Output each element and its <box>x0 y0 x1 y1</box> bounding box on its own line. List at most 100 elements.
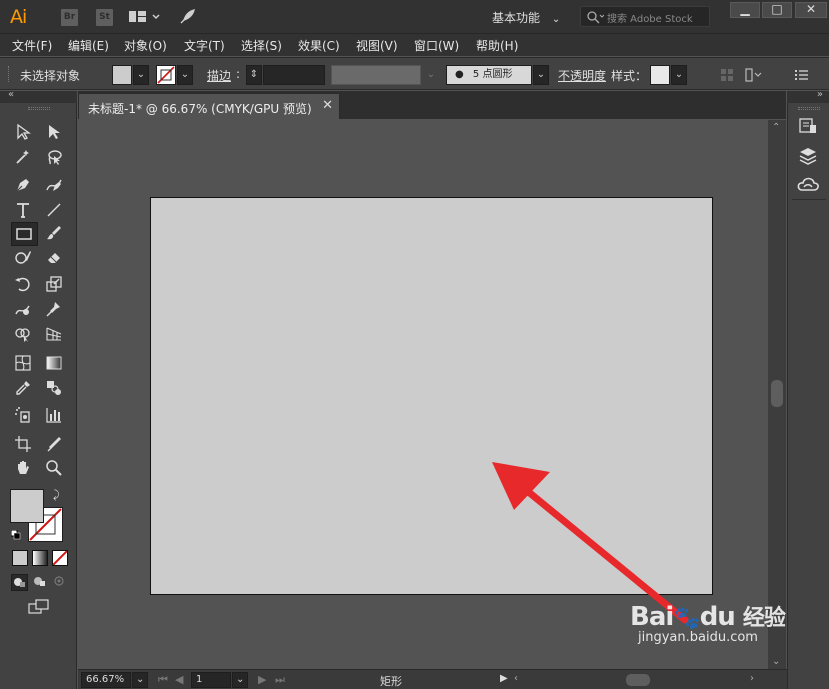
hand-icon[interactable] <box>14 459 36 479</box>
draw-inside-icon[interactable] <box>52 574 67 592</box>
paintbrush-icon[interactable] <box>45 224 67 244</box>
warp-icon[interactable] <box>14 300 36 320</box>
fill-swatch[interactable] <box>112 65 132 85</box>
swap-colors-icon[interactable]: ⤸ <box>53 488 60 502</box>
grip-handle[interactable] <box>28 107 50 110</box>
layers-icon[interactable] <box>798 147 818 168</box>
variable-width-profile[interactable] <box>331 65 421 85</box>
scroll-down-icon[interactable]: ⌄ <box>772 656 780 667</box>
menu-file[interactable]: 文件(F) <box>12 37 52 54</box>
rocket-icon[interactable] <box>178 8 196 29</box>
style-dropdown[interactable]: ⌄ <box>671 65 687 85</box>
maximize-button[interactable]: □ <box>762 2 792 18</box>
rotate-icon[interactable] <box>14 275 36 295</box>
zoom-dropdown[interactable]: ⌄ <box>132 672 148 688</box>
eraser-icon[interactable] <box>45 248 67 268</box>
scroll-left-icon[interactable]: ‹ <box>514 673 518 684</box>
close-tab-icon[interactable]: ✕ <box>322 98 333 113</box>
stroke-label[interactable]: 描边 <box>207 67 231 84</box>
align-icon[interactable] <box>720 68 734 85</box>
line-icon[interactable] <box>45 201 67 221</box>
menu-view[interactable]: 视图(V) <box>356 37 398 54</box>
horizontal-scroll-thumb[interactable] <box>626 674 650 686</box>
menu-help[interactable]: 帮助(H) <box>476 37 518 54</box>
menu-type[interactable]: 文字(T) <box>184 37 225 54</box>
rectangle-tool-button[interactable] <box>11 222 38 246</box>
slice-icon[interactable] <box>45 435 67 455</box>
artboard-dropdown[interactable]: ⌄ <box>232 672 248 688</box>
status-menu-icon[interactable]: ▶ <box>500 673 508 684</box>
draw-normal-icon[interactable] <box>11 574 28 591</box>
stroke-dropdown[interactable]: ⌄ <box>177 65 193 85</box>
fill-color-box[interactable] <box>10 489 44 523</box>
blend-icon[interactable] <box>45 379 67 399</box>
zoom-level-field[interactable]: 66.67% <box>81 672 131 688</box>
search-stock-input[interactable]: 搜索 Adobe Stock <box>580 6 710 27</box>
arrange-icon[interactable] <box>129 10 161 27</box>
scale-icon[interactable] <box>45 275 67 295</box>
stroke-swatch[interactable] <box>156 65 176 85</box>
shaper-icon[interactable] <box>14 248 36 268</box>
search-icon <box>587 11 604 24</box>
bridge-icon[interactable]: Br <box>61 9 78 26</box>
next-artboard-icon[interactable]: ▶ <box>258 673 266 686</box>
symbol-sprayer-icon[interactable] <box>14 406 36 426</box>
gradient-mode-icon[interactable] <box>32 550 48 566</box>
screen-mode-icon[interactable] <box>28 599 50 618</box>
grip-handle[interactable] <box>8 66 11 82</box>
opacity-label[interactable]: 不透明度 <box>558 67 606 84</box>
panel-menu-icon[interactable] <box>795 68 809 85</box>
style-swatch[interactable] <box>650 65 670 85</box>
menu-select[interactable]: 选择(S) <box>241 37 282 54</box>
none-mode-icon[interactable] <box>52 550 68 566</box>
zoom-icon[interactable] <box>45 459 67 479</box>
fill-dropdown[interactable]: ⌄ <box>133 65 149 85</box>
brush-definition[interactable]: ● 5 点圆形 <box>446 65 532 85</box>
puppet-warp-icon[interactable] <box>45 300 67 320</box>
artboard-number-field[interactable]: 1 <box>191 672 231 688</box>
scroll-up-icon[interactable]: ⌃ <box>772 122 780 133</box>
brush-dropdown[interactable]: ⌄ <box>533 65 549 85</box>
selection-tool-icon[interactable] <box>14 123 36 143</box>
transform-icon[interactable] <box>745 67 767 86</box>
properties-icon[interactable] <box>798 117 818 138</box>
curvature-icon[interactable] <box>45 176 67 196</box>
previous-artboard-icon[interactable]: ◀ <box>175 673 183 686</box>
gradient-icon[interactable] <box>45 354 67 374</box>
workspace-switcher[interactable]: 基本功能 ⌄ <box>492 9 560 26</box>
stroke-weight-field[interactable] <box>263 65 325 85</box>
direct-selection-tool-icon[interactable] <box>45 123 67 143</box>
cc-libraries-icon[interactable] <box>796 175 820 196</box>
shape-builder-icon[interactable] <box>14 325 36 345</box>
graph-icon[interactable] <box>45 406 67 426</box>
menu-edit[interactable]: 编辑(E) <box>68 37 109 54</box>
menu-object[interactable]: 对象(O) <box>124 37 167 54</box>
draw-behind-icon[interactable] <box>32 574 47 592</box>
minimize-button[interactable]: ▁ <box>730 2 760 18</box>
brush-label: 5 点圆形 <box>472 69 513 80</box>
document-tab[interactable]: 未标题-1* @ 66.67% (CMYK/GPU 预览) ✕ <box>78 93 340 119</box>
grip-handle[interactable] <box>798 107 820 110</box>
lasso-icon[interactable] <box>45 148 67 168</box>
color-mode-icon[interactable] <box>12 550 28 566</box>
menu-effect[interactable]: 效果(C) <box>298 37 340 54</box>
type-icon[interactable] <box>14 201 36 221</box>
profile-dropdown[interactable]: ⌄ <box>423 65 439 85</box>
panel-dock-collapse[interactable]: » <box>787 89 829 103</box>
eyedropper-icon[interactable] <box>14 379 36 399</box>
stock-icon[interactable]: St <box>96 9 113 26</box>
mesh-icon[interactable] <box>14 354 36 374</box>
magic-wand-icon[interactable] <box>14 148 36 168</box>
close-button[interactable]: ✕ <box>795 2 827 18</box>
toolbar-collapse[interactable]: « <box>0 89 77 103</box>
pen-icon[interactable] <box>14 176 36 196</box>
menu-window[interactable]: 窗口(W) <box>414 37 459 54</box>
perspective-icon[interactable] <box>45 325 67 345</box>
vertical-scroll-thumb[interactable] <box>771 380 783 407</box>
last-artboard-icon[interactable]: ⏭ <box>275 673 285 687</box>
scroll-right-icon[interactable]: › <box>750 673 754 684</box>
first-artboard-icon[interactable]: ⏮ <box>158 673 168 687</box>
default-colors-icon[interactable] <box>10 529 21 543</box>
artboard-icon[interactable] <box>14 435 36 455</box>
stroke-stepper[interactable]: ⇕ <box>246 65 262 85</box>
